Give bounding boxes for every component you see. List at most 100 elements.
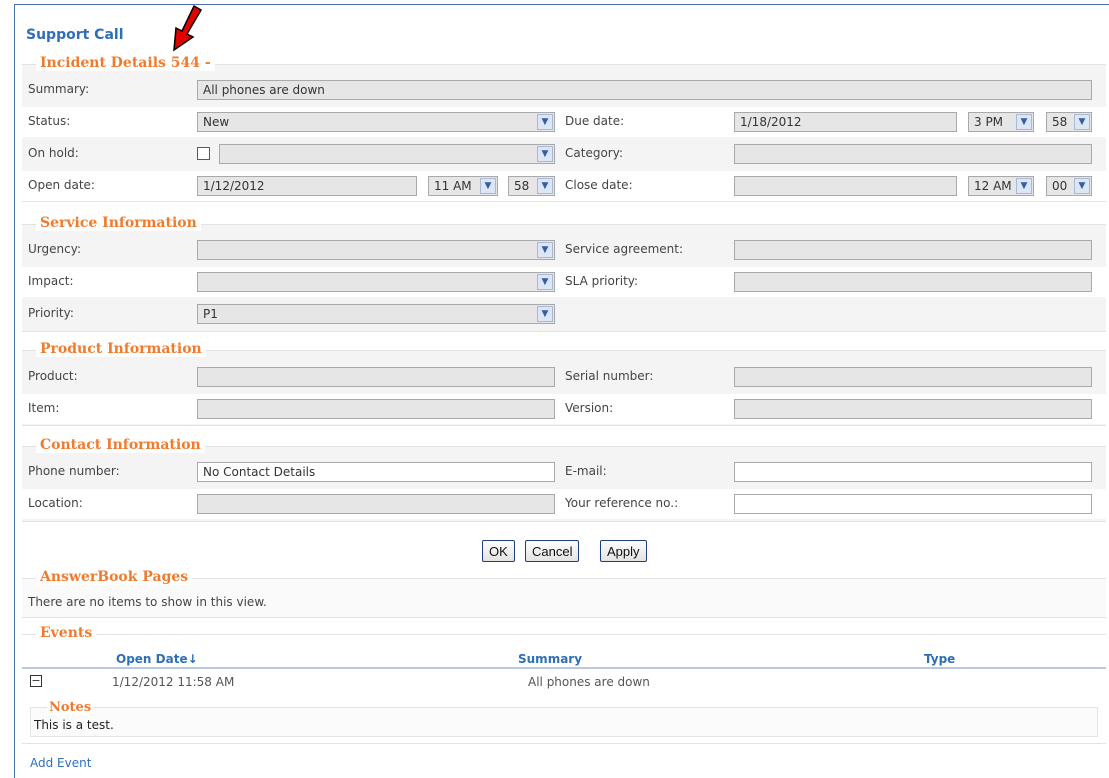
contact-information-legend: Contact Information (36, 437, 205, 453)
page-title: Support Call (26, 27, 124, 43)
summary-field[interactable]: All phones are down (197, 80, 1092, 100)
ok-button[interactable]: OK (482, 540, 515, 562)
location-row: Location: Your reference no.: (22, 489, 1106, 519)
column-open-date[interactable]: Open Date↓ (116, 652, 198, 666)
product-label: Product: (28, 369, 78, 383)
table-row: − 1/12/2012 11:58 AM All phones are down (22, 671, 1106, 693)
service-information-legend: Service Information (36, 215, 201, 231)
open-date-field[interactable]: 1/12/2012 (197, 176, 417, 196)
location-field[interactable] (197, 494, 555, 514)
urgency-row: Urgency: ▼ Service agreement: (22, 235, 1106, 265)
impact-label: Impact: (28, 274, 74, 288)
chevron-down-icon[interactable]: ▼ (1016, 178, 1032, 194)
answerbook-legend: AnswerBook Pages (36, 569, 193, 585)
incident-details-section: Incident Details 544 - Summary: All phon… (22, 55, 1106, 202)
open-hour-value: 11 AM (434, 179, 472, 193)
impact-select[interactable]: ▼ (197, 272, 555, 292)
on-hold-label: On hold: (28, 146, 79, 160)
phone-number-field[interactable]: No Contact Details (197, 462, 555, 482)
urgency-select[interactable]: ▼ (197, 240, 555, 260)
due-date-field[interactable]: 1/18/2012 (734, 112, 957, 132)
version-label: Version: (565, 401, 614, 415)
product-information-legend: Product Information (36, 341, 206, 357)
due-hour-select[interactable]: 3 PM ▼ (968, 112, 1034, 132)
chevron-down-icon[interactable]: ▼ (1074, 114, 1090, 130)
notes-legend: Notes (47, 700, 94, 715)
contact-information-section: Contact Information Phone number: No Con… (22, 437, 1106, 522)
product-row: Product: Serial number: (22, 362, 1106, 392)
chevron-down-icon[interactable]: ▼ (537, 178, 553, 194)
add-event-link[interactable]: Add Event (30, 756, 91, 770)
impact-row: Impact: ▼ SLA priority: (22, 267, 1106, 297)
collapse-icon[interactable]: − (30, 675, 42, 687)
product-field[interactable] (197, 367, 555, 387)
status-select[interactable]: New ▼ (197, 112, 555, 132)
product-information-section: Product Information Product: Serial numb… (22, 341, 1106, 426)
serial-number-label: Serial number: (565, 369, 654, 383)
close-minute-select[interactable]: 00 ▼ (1046, 176, 1092, 196)
category-field[interactable] (734, 144, 1092, 164)
reference-no-field[interactable] (734, 494, 1092, 514)
urgency-label: Urgency: (28, 242, 81, 256)
open-hour-select[interactable]: 11 AM ▼ (428, 176, 498, 196)
column-summary[interactable]: Summary (518, 652, 582, 666)
version-field[interactable] (734, 399, 1092, 419)
chevron-down-icon[interactable]: ▼ (1016, 114, 1032, 130)
phone-row: Phone number: No Contact Details E-mail: (22, 457, 1106, 487)
on-hold-reason-select[interactable]: ▼ (219, 144, 555, 164)
events-table-header: Open Date↓ Summary Type (22, 647, 1106, 669)
due-date-label: Due date: (565, 114, 625, 128)
serial-number-field[interactable] (734, 367, 1092, 387)
close-hour-value: 12 AM (974, 179, 1012, 193)
item-row: Item: Version: (22, 394, 1106, 424)
phone-number-label: Phone number: (28, 464, 120, 478)
incident-details-legend: Incident Details 544 - (36, 55, 215, 71)
due-hour-value: 3 PM (974, 115, 1004, 129)
sla-priority-field[interactable] (734, 272, 1092, 292)
service-information-section: Service Information Urgency: ▼ Service a… (22, 215, 1106, 332)
chevron-down-icon[interactable]: ▼ (537, 306, 553, 322)
on-hold-checkbox[interactable] (197, 147, 210, 160)
summary-label: Summary: (28, 82, 90, 96)
open-date-row: Open date: 1/12/2012 11 AM ▼ 58 ▼ Close da… (22, 171, 1106, 201)
email-field[interactable] (734, 462, 1092, 482)
answerbook-empty-text: There are no items to show in this view. (28, 595, 267, 609)
close-date-label: Close date: (565, 178, 633, 192)
chevron-down-icon[interactable]: ▼ (537, 114, 553, 130)
status-value: New (203, 115, 230, 129)
chevron-down-icon[interactable]: ▼ (1074, 178, 1090, 194)
cancel-button[interactable]: Cancel (525, 540, 580, 562)
item-field[interactable] (197, 399, 555, 419)
open-minute-select[interactable]: 58 ▼ (508, 176, 555, 196)
email-label: E-mail: (565, 464, 607, 478)
column-open-date-label: Open Date (116, 652, 188, 666)
due-minute-select[interactable]: 58 ▼ (1046, 112, 1092, 132)
priority-row: Priority: P1 ▼ (22, 299, 1106, 329)
notes-box: Notes This is a test. (30, 700, 1098, 737)
chevron-down-icon[interactable]: ▼ (537, 242, 553, 258)
reference-no-label: Your reference no.: (565, 496, 679, 510)
status-label: Status: (28, 114, 71, 128)
close-date-field[interactable] (734, 176, 957, 196)
priority-value: P1 (203, 307, 218, 321)
open-minute-value: 58 (514, 179, 530, 193)
priority-select[interactable]: P1 ▼ (197, 304, 555, 324)
on-hold-row: On hold: ▼ Category: (22, 139, 1106, 169)
service-agreement-label: Service agreement: (565, 242, 683, 256)
apply-button[interactable]: Apply (600, 540, 647, 562)
chevron-down-icon[interactable]: ▼ (480, 178, 496, 194)
events-section: Events Open Date↓ Summary Type − 1/12/20… (22, 625, 1106, 744)
column-type[interactable]: Type (924, 652, 955, 666)
answerbook-section: AnswerBook Pages There are no items to s… (22, 569, 1106, 618)
category-label: Category: (565, 146, 623, 160)
close-hour-select[interactable]: 12 AM ▼ (968, 176, 1034, 196)
priority-label: Priority: (28, 306, 74, 320)
notes-text: This is a test. (34, 718, 114, 732)
chevron-down-icon[interactable]: ▼ (537, 274, 553, 290)
service-agreement-field[interactable] (734, 240, 1092, 260)
status-row: Status: New ▼ Due date: 1/18/2012 3 PM ▼ 5… (22, 107, 1106, 137)
event-open-date: 1/12/2012 11:58 AM (112, 675, 235, 689)
chevron-down-icon[interactable]: ▼ (537, 146, 553, 162)
open-date-label: Open date: (28, 178, 95, 192)
close-minute-value: 00 (1052, 179, 1068, 193)
